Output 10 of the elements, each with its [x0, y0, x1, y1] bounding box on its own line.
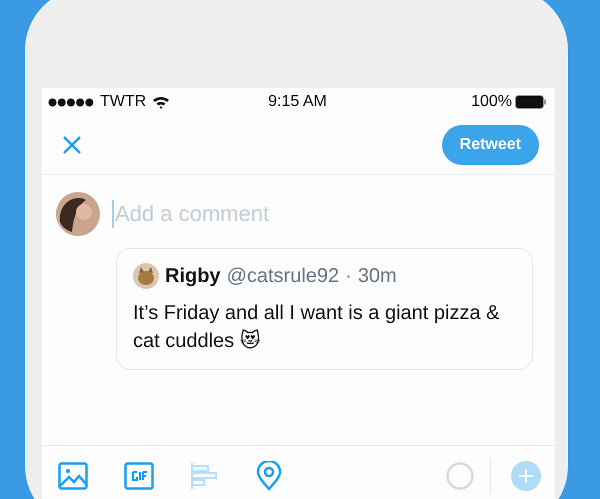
comment-field[interactable]: Add a comment	[112, 200, 417, 228]
carrier-name: TWTR	[100, 93, 146, 111]
author-handle: @catsrule92	[226, 264, 340, 288]
author-name: Rigby	[165, 264, 221, 288]
tweet-text: It’s Friday and all I want is a giant pizza & cat cuddles 😻	[133, 301, 500, 354]
status-time: 9:15 AM	[268, 93, 327, 111]
battery-percent: 100%	[471, 93, 512, 111]
separator-dot: ·	[345, 264, 352, 288]
retweet-button[interactable]: Retweet	[442, 125, 539, 165]
tweet-time: 30m	[358, 264, 397, 288]
